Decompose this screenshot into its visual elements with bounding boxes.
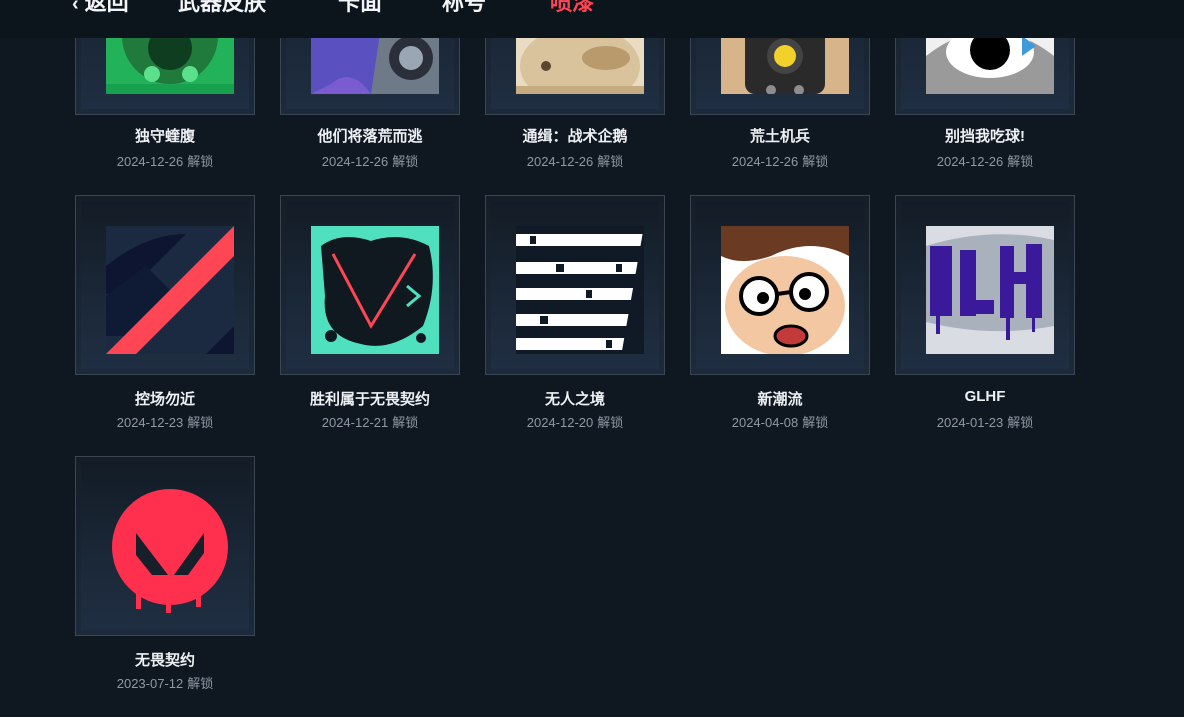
spray-name: 控场勿近 [134, 391, 195, 408]
cartoon-face-spray-icon [721, 226, 849, 354]
spray-unlock-date: 2024-12-26 解锁 [936, 154, 1034, 169]
spray-unlock-date: 2024-12-26 解锁 [526, 154, 624, 169]
spray-unlock-date: 2024-04-08 解锁 [731, 415, 829, 430]
spray-grid: 独守蝰腹 2024-12-26解锁 他们将落荒而逃 2024-12-26解锁 [0, 0, 1184, 717]
valorant-logo-spray-icon [112, 489, 228, 613]
spray-unlock-date: 2024-12-26 解锁 [731, 154, 829, 169]
chevron-stripe-spray-icon [106, 226, 234, 354]
glhf-graffiti-spray-icon [926, 226, 1054, 354]
spray-name: 别挡我吃球! [945, 128, 1025, 145]
spray-name: 通缉：战术企鹅 [522, 128, 628, 145]
spray-name: 荒土机兵 [749, 128, 810, 145]
spray-frame [75, 195, 255, 375]
spray-name: 胜利属于无畏契约 [309, 391, 430, 408]
back-button[interactable]: ‹ 返回 [72, 0, 129, 18]
valorant-splatter-spray-icon [311, 226, 439, 354]
chevron-left-icon: ‹ [72, 0, 79, 15]
unstoppable-text-spray-icon [516, 226, 644, 354]
tab-player-cards[interactable]: 卡面 [338, 0, 382, 18]
spray-name: 无畏契约 [134, 652, 195, 669]
spray-frame [485, 195, 665, 375]
spray-unlock-date: 2024-12-23 解锁 [116, 415, 214, 430]
top-navigation: ‹ 返回 武器皮肤 卡面 称号 喷漆 [0, 0, 1184, 38]
spray-frame [75, 456, 255, 636]
spray-frame [690, 195, 870, 375]
spray-unlock-date: 2024-01-23 解锁 [936, 415, 1034, 430]
spray-unlock-date: 2024-12-26 解锁 [321, 154, 419, 169]
spray-name: 新潮流 [757, 391, 803, 408]
spray-frame [280, 195, 460, 375]
tab-weapon-skins[interactable]: 武器皮肤 [178, 0, 266, 18]
spray-unlock-date: 2024-12-26 解锁 [116, 154, 214, 169]
tab-sprays[interactable]: 喷漆 [550, 0, 594, 18]
spray-name: GLHF [964, 388, 1006, 405]
spray-name: 无人之境 [544, 391, 605, 408]
spray-unlock-date: 2024-12-21 解锁 [321, 415, 419, 430]
spray-name: 他们将落荒而逃 [317, 128, 423, 145]
spray-unlock-date: 2024-12-20 解锁 [526, 415, 624, 430]
spray-unlock-date: 2023-07-12 解锁 [116, 676, 214, 691]
spray-name: 独守蝰腹 [134, 128, 195, 145]
tab-titles[interactable]: 称号 [442, 0, 486, 18]
back-label: 返回 [84, 0, 129, 15]
spray-frame [895, 195, 1075, 375]
